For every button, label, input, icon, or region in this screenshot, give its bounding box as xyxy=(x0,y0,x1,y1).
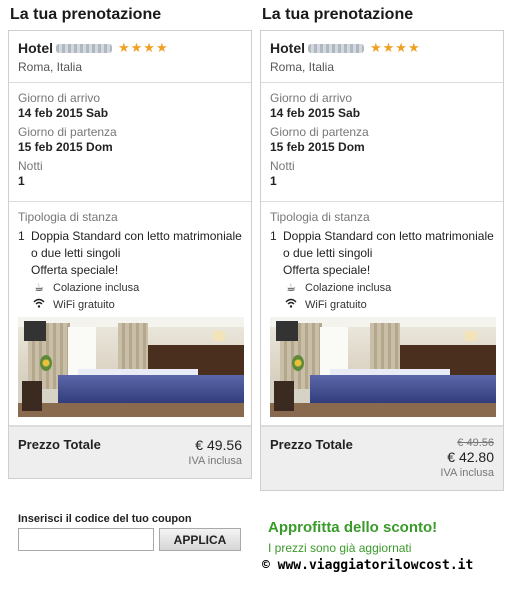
amenity-wifi: WiFi gratuito xyxy=(283,296,494,313)
room-quantity: 1 xyxy=(270,229,277,243)
old-price: € 49.56 xyxy=(457,437,494,449)
coffee-cup-icon: ☕ xyxy=(34,282,44,294)
dates-section: Giorno di arrivo 14 feb 2015 Sab Giorno … xyxy=(9,83,251,202)
room-quantity: 1 xyxy=(18,229,25,243)
hotel-name-redaction xyxy=(56,43,112,53)
room-type-label: Tipologia di stanza xyxy=(270,210,370,224)
wifi-icon xyxy=(283,298,299,311)
hotel-section: Hotel ★★★★ Roma, Italia xyxy=(9,31,251,83)
hotel-city: Roma, Italia xyxy=(270,60,335,74)
hotel-name: Hotel xyxy=(18,40,53,56)
nights-value: 1 xyxy=(18,174,25,188)
star-rating-icon: ★★★★ xyxy=(118,40,169,55)
room-photo xyxy=(18,317,244,417)
total-label: Prezzo Totale xyxy=(270,437,353,452)
arrival-value: 14 feb 2015 Sab xyxy=(270,106,361,120)
nights-label: Notti xyxy=(18,159,43,173)
room-photo xyxy=(270,317,496,417)
booking-card: Hotel ★★★★ Roma, Italia Giorno di arrivo… xyxy=(8,30,252,479)
arrival-label: Giorno di arrivo xyxy=(270,91,353,105)
coupon-input[interactable] xyxy=(18,528,154,551)
dates-section: Giorno di arrivo 14 feb 2015 Sab Giorno … xyxy=(261,83,503,202)
total-price: € 42.80 xyxy=(447,449,494,465)
nights-value: 1 xyxy=(270,174,277,188)
promo-title: Approfitta dello sconto! xyxy=(268,519,438,536)
room-type-label: Tipologia di stanza xyxy=(18,210,118,224)
hotel-name-redaction xyxy=(308,43,364,53)
apply-coupon-button[interactable]: APPLICA xyxy=(159,528,241,551)
total-label: Prezzo Totale xyxy=(18,437,101,452)
amenity-wifi: WiFi gratuito xyxy=(31,296,242,313)
departure-label: Giorno di partenza xyxy=(270,125,369,139)
room-description: Doppia Standard con letto matrimoniale o… xyxy=(283,229,494,260)
promo-subtitle: I prezzi sono già aggiornati xyxy=(268,541,412,555)
total-price-section: Prezzo Totale € 49.56 IVA inclusa xyxy=(9,426,251,478)
departure-value: 15 feb 2015 Dom xyxy=(18,140,113,154)
booking-summary-original: La tua prenotazione Hotel ★★★★ Roma, Ita… xyxy=(8,0,252,479)
hotel-name: Hotel xyxy=(270,40,305,56)
star-rating-icon: ★★★★ xyxy=(370,40,421,55)
panel-heading: La tua prenotazione xyxy=(262,6,414,23)
departure-value: 15 feb 2015 Dom xyxy=(270,140,365,154)
coupon-label: Inserisci il codice del tuo coupon xyxy=(18,513,192,525)
vat-note: IVA inclusa xyxy=(188,455,242,467)
hotel-city: Roma, Italia xyxy=(18,60,83,74)
coffee-cup-icon: ☕ xyxy=(286,282,296,294)
total-price-section: Prezzo Totale € 49.56 € 42.80 IVA inclus… xyxy=(261,426,503,490)
amenity-breakfast: ☕ Colazione inclusa xyxy=(31,279,242,296)
wifi-icon xyxy=(31,298,47,311)
vat-note: IVA inclusa xyxy=(440,467,494,479)
coupon-form: Inserisci il codice del tuo coupon APPLI… xyxy=(18,513,248,551)
special-offer: Offerta speciale! xyxy=(283,263,371,277)
hotel-section: Hotel ★★★★ Roma, Italia xyxy=(261,31,503,83)
special-offer: Offerta speciale! xyxy=(31,263,119,277)
room-description: Doppia Standard con letto matrimoniale o… xyxy=(31,229,242,260)
room-section: Tipologia di stanza 1 Doppia Standard co… xyxy=(9,202,251,426)
watermark-credit: © www.viaggiatorilowcost.it xyxy=(262,558,474,573)
panel-heading: La tua prenotazione xyxy=(10,6,162,23)
arrival-value: 14 feb 2015 Sab xyxy=(18,106,109,120)
room-section: Tipologia di stanza 1 Doppia Standard co… xyxy=(261,202,503,426)
arrival-label: Giorno di arrivo xyxy=(18,91,101,105)
nights-label: Notti xyxy=(270,159,295,173)
amenity-breakfast: ☕ Colazione inclusa xyxy=(283,279,494,296)
departure-label: Giorno di partenza xyxy=(18,125,117,139)
promo-message: Approfitta dello sconto! I prezzi sono g… xyxy=(268,518,508,556)
booking-summary-discounted: La tua prenotazione Hotel ★★★★ Roma, Ita… xyxy=(260,0,504,491)
booking-card: Hotel ★★★★ Roma, Italia Giorno di arrivo… xyxy=(260,30,504,491)
total-price: € 49.56 xyxy=(195,437,242,453)
